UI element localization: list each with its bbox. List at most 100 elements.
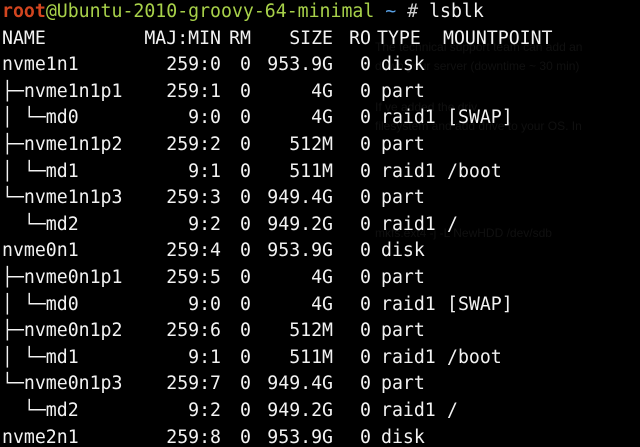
cell-majmin: 259:5	[166, 266, 221, 288]
table-row: │ └─md1 9:1 0 511M 0 raid1/boot	[2, 345, 640, 372]
cell-type: raid1	[381, 399, 436, 421]
cell-rm: 0	[240, 293, 251, 315]
cell-majmin: 9:2	[188, 399, 221, 421]
cell-majmin: 259:4	[166, 240, 221, 262]
cell-type: part	[381, 187, 425, 209]
cell-majmin: 9:1	[188, 160, 221, 182]
cell-ro: 0	[360, 240, 371, 262]
cell-type: raid1	[381, 346, 436, 368]
table-row: nvme0n1 259:4 0 953.9G 0 disk	[2, 238, 640, 265]
cell-type: raid1	[381, 160, 436, 182]
cell-ro: 0	[360, 266, 371, 288]
cell-rm: 0	[240, 426, 251, 447]
cell-type: disk	[381, 54, 425, 76]
cell-ro: 0	[360, 107, 371, 129]
cell-rm: 0	[240, 54, 251, 76]
cell-name: nvme1n1	[2, 54, 79, 76]
cell-ro: 0	[360, 399, 371, 421]
cell-type: part	[381, 373, 425, 395]
cell-name: ├─nvme1n1p1	[2, 80, 123, 102]
table-row: ├─nvme0n1p2 259:6 0 512M 0 part	[2, 318, 640, 345]
cell-majmin: 259:3	[166, 187, 221, 209]
header-rm: RM	[229, 27, 251, 49]
cell-mountpoint: /	[447, 399, 458, 421]
cell-ro: 0	[360, 373, 371, 395]
cell-name: nvme2n1	[2, 426, 79, 447]
cell-majmin: 259:0	[166, 54, 221, 76]
cell-majmin: 259:6	[166, 320, 221, 342]
cell-rm: 0	[240, 213, 251, 235]
cell-name: nvme0n1	[2, 240, 79, 262]
table-row: └─nvme1n1p3 259:3 0 949.4G 0 part	[2, 185, 640, 212]
cell-rm: 0	[240, 133, 251, 155]
cell-ro: 0	[360, 346, 371, 368]
header-size: SIZE	[289, 27, 333, 49]
cell-rm: 0	[240, 266, 251, 288]
cell-majmin: 259:8	[166, 426, 221, 447]
header-type: TYPE	[377, 27, 421, 49]
table-row: └─nvme0n1p3 259:7 0 949.4G 0 part	[2, 371, 640, 398]
table-row: ├─nvme1n1p1 259:1 0 4G 0 part	[2, 79, 640, 106]
cell-ro: 0	[360, 54, 371, 76]
cell-size: 4G	[311, 266, 333, 288]
cell-name: └─nvme1n1p3	[2, 187, 123, 209]
cell-type: disk	[381, 240, 425, 262]
table-header: NAME MAJ:MIN RM SIZE RO TYPE MOUNTPOINT	[2, 26, 640, 53]
cell-type: raid1	[381, 107, 436, 129]
cell-size: 512M	[289, 320, 333, 342]
cell-mountpoint: /boot	[447, 346, 502, 368]
table-row: nvme2n1 259:8 0 953.9G 0 disk	[2, 425, 640, 447]
cell-size: 949.4G	[267, 187, 333, 209]
cell-type: part	[381, 320, 425, 342]
cell-majmin: 9:1	[188, 346, 221, 368]
cell-name: ├─nvme0n1p1	[2, 266, 123, 288]
cell-name: │ └─md0	[2, 293, 79, 315]
table-row: │ └─md0 9:0 0 4G 0 raid1 [SWAP]	[2, 292, 640, 319]
cell-type: part	[381, 133, 425, 155]
terminal-output: root@Ubuntu-2010-groovy-64-minimal ~ # l…	[2, 0, 640, 447]
cell-size: 511M	[289, 160, 333, 182]
cell-ro: 0	[360, 213, 371, 235]
header-name: NAME	[2, 27, 46, 49]
cell-name: │ └─md0	[2, 107, 79, 129]
cell-mountpoint: /	[447, 213, 458, 235]
terminal-window[interactable]: The technical support team can add an do…	[0, 0, 640, 447]
cell-size: 511M	[289, 346, 333, 368]
cell-rm: 0	[240, 240, 251, 262]
cell-majmin: 259:7	[166, 373, 221, 395]
cell-name: └─md2	[2, 399, 79, 421]
cell-majmin: 259:1	[166, 80, 221, 102]
cell-mountpoint: /boot	[447, 160, 502, 182]
cell-name: ├─nvme0n1p2	[2, 320, 123, 342]
cell-size: 953.9G	[267, 54, 333, 76]
cell-rm: 0	[240, 320, 251, 342]
cell-mountpoint: [SWAP]	[447, 293, 513, 315]
header-ro: RO	[349, 27, 371, 49]
cell-size: 4G	[311, 80, 333, 102]
cell-type: raid1	[381, 213, 436, 235]
prompt-host: @Ubuntu-2010-groovy-64-minimal	[45, 1, 375, 22]
table-row: └─md2 9:2 0 949.2G 0 raid1 /	[2, 212, 640, 239]
table-row: │ └─md1 9:1 0 511M 0 raid1/boot	[2, 159, 640, 186]
cell-majmin: 9:0	[188, 293, 221, 315]
cell-name: │ └─md1	[2, 160, 79, 182]
table-row: nvme1n1 259:0 0 953.9G 0 disk	[2, 52, 640, 79]
cell-name: ├─nvme1n1p2	[2, 133, 123, 155]
cell-rm: 0	[240, 160, 251, 182]
cell-size: 4G	[311, 293, 333, 315]
cell-majmin: 9:2	[188, 213, 221, 235]
cell-mountpoint: [SWAP]	[447, 107, 513, 129]
cell-type: raid1	[381, 293, 436, 315]
cell-size: 953.9G	[267, 240, 333, 262]
table-row: │ └─md0 9:0 0 4G 0 raid1 [SWAP]	[2, 105, 640, 132]
header-mountpoint: MOUNTPOINT	[443, 27, 553, 49]
cell-majmin: 259:2	[166, 133, 221, 155]
prompt-line: root@Ubuntu-2010-groovy-64-minimal ~ # l…	[2, 0, 640, 26]
table-row: ├─nvme1n1p2 259:2 0 512M 0 part	[2, 132, 640, 159]
cell-type: part	[381, 80, 425, 102]
prompt-symbol: #	[407, 1, 419, 22]
cell-ro: 0	[360, 160, 371, 182]
cell-ro: 0	[360, 426, 371, 447]
cell-size: 512M	[289, 133, 333, 155]
cell-ro: 0	[360, 320, 371, 342]
